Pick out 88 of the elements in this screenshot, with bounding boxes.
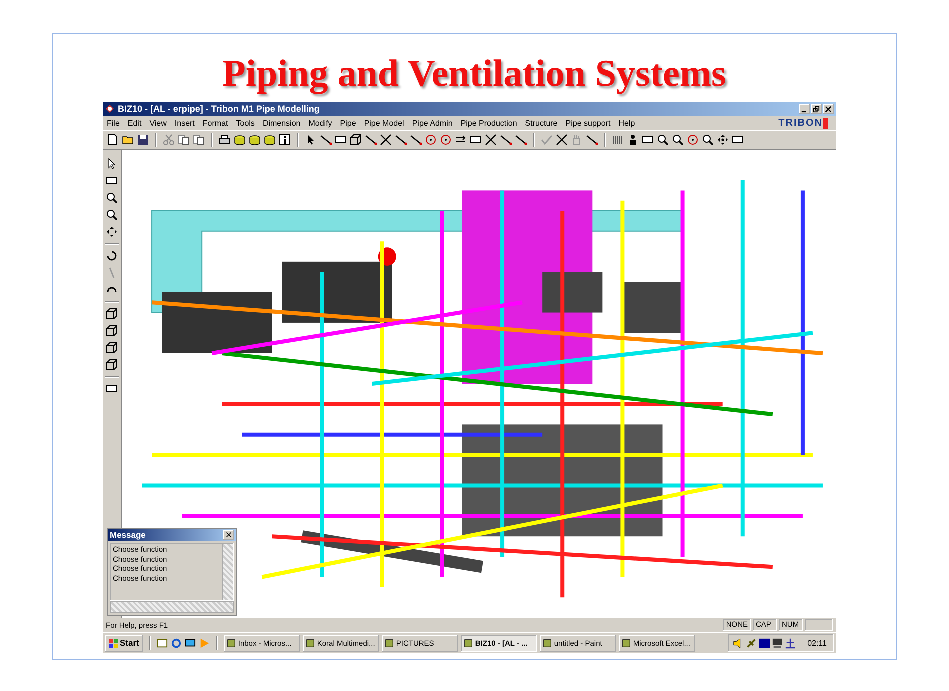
app-icon [622,638,632,648]
logo: TRIBON [778,118,828,128]
line-icon[interactable] [365,134,377,146]
menu-item[interactable]: Format [202,118,228,128]
document-icon[interactable] [107,134,119,146]
windows-flag-icon [109,638,118,648]
rect-icon[interactable] [732,134,744,146]
circle-icon[interactable] [425,134,437,146]
slide-title: Piping and Ventilation Systems [222,54,726,94]
line-icon[interactable] [395,134,407,146]
desktop-icon[interactable] [157,638,168,648]
menu-item[interactable]: Tools [236,118,255,128]
menu-item[interactable]: Pipe [340,118,356,128]
rect-icon[interactable] [106,175,118,187]
cube-icon[interactable] [350,134,362,146]
menu-item[interactable]: Insert [174,118,195,128]
rect-icon[interactable] [106,383,118,395]
menu-item[interactable]: Modify [308,118,332,128]
monitor-icon[interactable] [185,638,196,648]
close-icon [226,532,232,538]
menu-item[interactable]: Pipe Admin [412,118,453,128]
start-button[interactable]: Start [105,634,144,652]
cube-icon[interactable] [106,342,118,354]
line-icon[interactable] [320,134,332,146]
magnifier-icon[interactable] [672,134,684,146]
printer-icon[interactable] [219,134,231,146]
check-icon[interactable] [541,134,553,146]
save-icon[interactable] [137,134,149,146]
menu-item[interactable]: Pipe support [566,118,611,128]
window-title: BIZ10 - [AL - erpipe] - Tribon M1 Pipe Modelling [118,104,320,114]
menu-item[interactable]: Edit [128,118,142,128]
move-icon[interactable] [717,134,729,146]
disk-icon[interactable] [264,134,276,146]
cube-icon[interactable] [106,325,118,337]
magnifier-icon[interactable] [106,209,118,221]
magnifier-icon[interactable] [657,134,669,146]
cross-icon[interactable] [485,134,497,146]
line-icon[interactable] [515,134,527,146]
line-icon[interactable] [410,134,422,146]
computer-icon[interactable] [772,638,783,648]
app-icon [105,104,115,114]
browser-icon[interactable] [171,638,182,648]
cube-icon[interactable] [106,308,118,320]
magnifier-icon[interactable] [702,134,714,146]
disk-icon[interactable] [234,134,246,146]
vertical-scrollbar[interactable] [222,544,233,600]
restore-icon [813,106,820,112]
close-button[interactable] [223,530,234,540]
app-icon [385,638,394,648]
horizontal-scrollbar[interactable] [110,601,234,613]
menu-item[interactable]: File [107,118,120,128]
magnifier-icon[interactable] [106,192,118,204]
folder-icon[interactable] [122,134,134,146]
rect-icon[interactable] [642,134,654,146]
info-icon[interactable] [279,134,291,146]
rect-icon[interactable] [470,134,482,146]
close-button[interactable] [823,104,834,114]
close-icon [825,106,832,112]
move-icon[interactable] [106,226,118,238]
line-icon[interactable] [586,134,598,146]
cursor-icon[interactable] [305,134,317,146]
app-icon [464,638,474,648]
app-icon [227,638,236,648]
menu-item[interactable]: Pipe Model [364,118,404,128]
minimize-button[interactable] [799,104,810,114]
bars-icon[interactable] [612,134,624,146]
paste-icon[interactable] [193,134,205,146]
rect-icon[interactable] [335,134,347,146]
disk-icon[interactable] [249,134,261,146]
menu-item[interactable]: Pipe Production [460,118,518,128]
cross-icon[interactable] [556,134,568,146]
clock: 02:11 [808,638,827,648]
app-icon [543,638,552,648]
circle-icon[interactable] [440,134,452,146]
menu-item[interactable]: Structure [525,118,558,128]
copy-icon[interactable] [178,134,190,146]
cross-icon[interactable] [380,134,392,146]
menu-item[interactable]: Help [618,118,636,128]
line-icon[interactable] [500,134,512,146]
cursor-icon[interactable] [106,158,118,170]
menu-item[interactable]: Dimension [262,118,301,128]
circle-icon[interactable] [687,134,699,146]
person-icon[interactable] [627,134,639,146]
panel-title: Message [110,530,146,540]
app-icon [306,638,316,648]
cube-icon[interactable] [106,359,118,371]
menu-item[interactable]: View [150,118,167,128]
restore-button[interactable] [811,104,822,114]
